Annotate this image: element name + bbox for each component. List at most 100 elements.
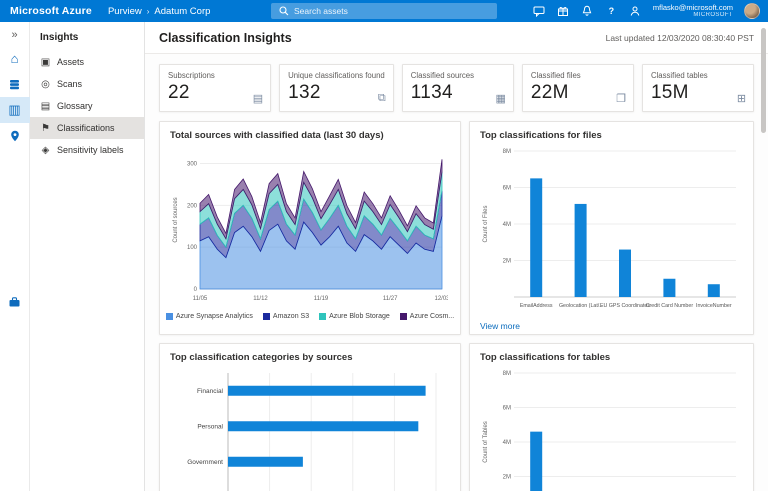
sidebar-item-assets[interactable]: ▣ Assets	[30, 51, 144, 73]
view-more-link[interactable]: View more	[480, 321, 520, 331]
sensitivity-labels-icon: ◈	[40, 145, 51, 156]
svg-text:EU GPS Coordinates: EU GPS Coordinates	[600, 303, 650, 309]
scans-icon: ◎	[40, 79, 51, 90]
topbar-actions: ? mflasko@microsoft.com MICROSOFT	[533, 3, 768, 19]
sidebar-item-scans[interactable]: ◎ Scans	[30, 73, 144, 95]
account-avatar[interactable]	[744, 3, 760, 19]
total-sources-area-chart: 010020030011/0511/1211/1911/2712/03Count…	[170, 145, 450, 308]
page-title: Classification Insights	[159, 31, 292, 45]
legend-item[interactable]: Amazon S3	[263, 313, 309, 320]
classified-files-icon: ❐	[616, 92, 626, 105]
kpi-label: Classified tables	[651, 71, 745, 80]
kpi-value: 22M	[531, 82, 625, 104]
classifications-icon: ⚑	[40, 123, 51, 134]
legend-label: Azure Synapse Analytics	[176, 313, 253, 320]
last-updated-text: Last updated 12/03/2020 08:30:40 PST	[606, 33, 754, 43]
management-toolbox-icon[interactable]	[0, 289, 30, 315]
classified-tables-icon: ⊞	[737, 92, 746, 105]
breadcrumb-app[interactable]: Purview	[108, 6, 142, 17]
collapse-sidebar-icon[interactable]: »	[0, 25, 30, 45]
legend-item[interactable]: Azure Blob Storage	[319, 313, 390, 320]
svg-text:EmailAddress: EmailAddress	[520, 303, 553, 309]
kpi-label: Classified sources	[411, 71, 505, 80]
top-bar: Microsoft Azure Purview › Adatum Corp ? …	[0, 0, 768, 22]
kpi-card-classified-files[interactable]: Classified files 22M ❐	[522, 64, 634, 112]
svg-text:8M: 8M	[503, 371, 511, 377]
svg-text:200: 200	[187, 203, 198, 209]
legend-label: Azure Blob Storage	[329, 313, 390, 320]
browse-pin-icon[interactable]	[0, 123, 30, 149]
feedback-chat-icon[interactable]	[533, 5, 546, 18]
search-input[interactable]	[294, 6, 491, 16]
svg-text:11/12: 11/12	[253, 296, 268, 302]
chart-title: Top classifications for files	[480, 130, 743, 141]
sidebar-item-classifications[interactable]: ⚑ Classifications	[30, 117, 144, 139]
account-org: MICROSOFT	[653, 12, 733, 19]
breadcrumb: Purview › Adatum Corp	[108, 6, 210, 17]
svg-text:Count of Files: Count of Files	[483, 205, 489, 242]
kpi-value: 1134	[411, 82, 505, 104]
svg-text:11/05: 11/05	[193, 296, 208, 302]
svg-text:6M: 6M	[503, 406, 511, 412]
categories-hbar-chart: FinancialPersonalGovernmentSecurity	[170, 367, 450, 491]
kpi-value: 15M	[651, 82, 745, 104]
breadcrumb-org[interactable]: Adatum Corp	[154, 6, 210, 17]
svg-text:Credit Card Number: Credit Card Number	[646, 303, 694, 309]
search-box[interactable]	[271, 3, 497, 19]
assets-icon: ▣	[40, 57, 51, 68]
vertical-scrollbar[interactable]	[761, 28, 766, 133]
account-info[interactable]: mflasko@microsoft.com MICROSOFT	[653, 3, 733, 19]
kpi-value: 132	[288, 82, 385, 104]
charts-grid: Total sources with classified data (last…	[145, 121, 768, 491]
kpi-card-classified-tables[interactable]: Classified tables 15M ⊞	[642, 64, 754, 112]
support-person-icon[interactable]	[629, 5, 642, 18]
main-content: Classification Insights Last updated 12/…	[145, 22, 768, 491]
help-icon[interactable]: ?	[605, 5, 618, 18]
insights-icon[interactable]: ▥	[0, 97, 30, 123]
svg-text:11/27: 11/27	[383, 296, 398, 302]
left-icon-rail: » ⌂ ▥	[0, 22, 30, 491]
sidebar-item-label: Glossary	[57, 101, 93, 111]
svg-text:11/19: 11/19	[314, 296, 329, 302]
whats-new-gift-icon[interactable]	[557, 5, 570, 18]
kpi-card-classified-sources[interactable]: Classified sources 1134 ▦	[402, 64, 514, 112]
files-bar-chart: 2M4M6M8MEmailAddressGeolocation (Lat/..E…	[480, 145, 743, 316]
sources-icon[interactable]	[0, 71, 30, 97]
svg-text:Financial: Financial	[197, 388, 224, 395]
legend-swatch	[263, 313, 270, 320]
home-icon[interactable]: ⌂	[0, 45, 30, 71]
help-glyph: ?	[609, 6, 615, 16]
chart-title: Top classification categories by sources	[170, 352, 450, 363]
classified-sources-icon: ▦	[495, 92, 505, 105]
svg-text:12/03: 12/03	[434, 296, 448, 302]
legend-label: Amazon S3	[273, 313, 309, 320]
svg-text:6M: 6M	[503, 186, 511, 192]
svg-text:InvoiceNumber: InvoiceNumber	[696, 303, 732, 309]
notifications-bell-icon[interactable]	[581, 5, 594, 18]
svg-text:100: 100	[187, 245, 198, 251]
svg-text:300: 300	[187, 162, 198, 168]
chart-legend: Azure Synapse Analytics Amazon S3 Azure …	[170, 313, 450, 320]
unique-classifications-icon: ⧉	[378, 92, 386, 105]
azure-brand[interactable]: Microsoft Azure	[10, 5, 92, 17]
sidebar-item-glossary[interactable]: ▤ Glossary	[30, 95, 144, 117]
chart-card-top-classifications-files: Top classifications for files 2M4M6M8MEm…	[469, 121, 754, 335]
glossary-icon: ▤	[40, 101, 51, 112]
kpi-card-unique-classifications[interactable]: Unique classifications found 132 ⧉	[279, 64, 394, 112]
legend-swatch	[319, 313, 326, 320]
legend-swatch	[400, 313, 407, 320]
svg-text:4M: 4M	[503, 222, 511, 228]
kpi-label: Subscriptions	[168, 71, 262, 80]
chart-card-top-classifications-tables: Top classifications for tables 2M4M6M8MC…	[469, 343, 754, 491]
sidebar-title: Insights	[30, 22, 144, 51]
kpi-row: Subscriptions 22 ▤ Unique classification…	[145, 54, 768, 121]
svg-text:Personal: Personal	[197, 423, 223, 430]
legend-label: Azure Cosm...	[410, 313, 454, 320]
sidebar-item-sensitivity-labels[interactable]: ◈ Sensitivity labels	[30, 139, 144, 161]
kpi-card-subscriptions[interactable]: Subscriptions 22 ▤	[159, 64, 271, 112]
legend-item[interactable]: Azure Cosm...	[400, 313, 454, 320]
chart-title: Total sources with classified data (last…	[170, 130, 450, 141]
sidebar-item-label: Scans	[57, 79, 82, 89]
account-email: mflasko@microsoft.com	[653, 3, 733, 12]
legend-item[interactable]: Azure Synapse Analytics	[166, 313, 253, 320]
